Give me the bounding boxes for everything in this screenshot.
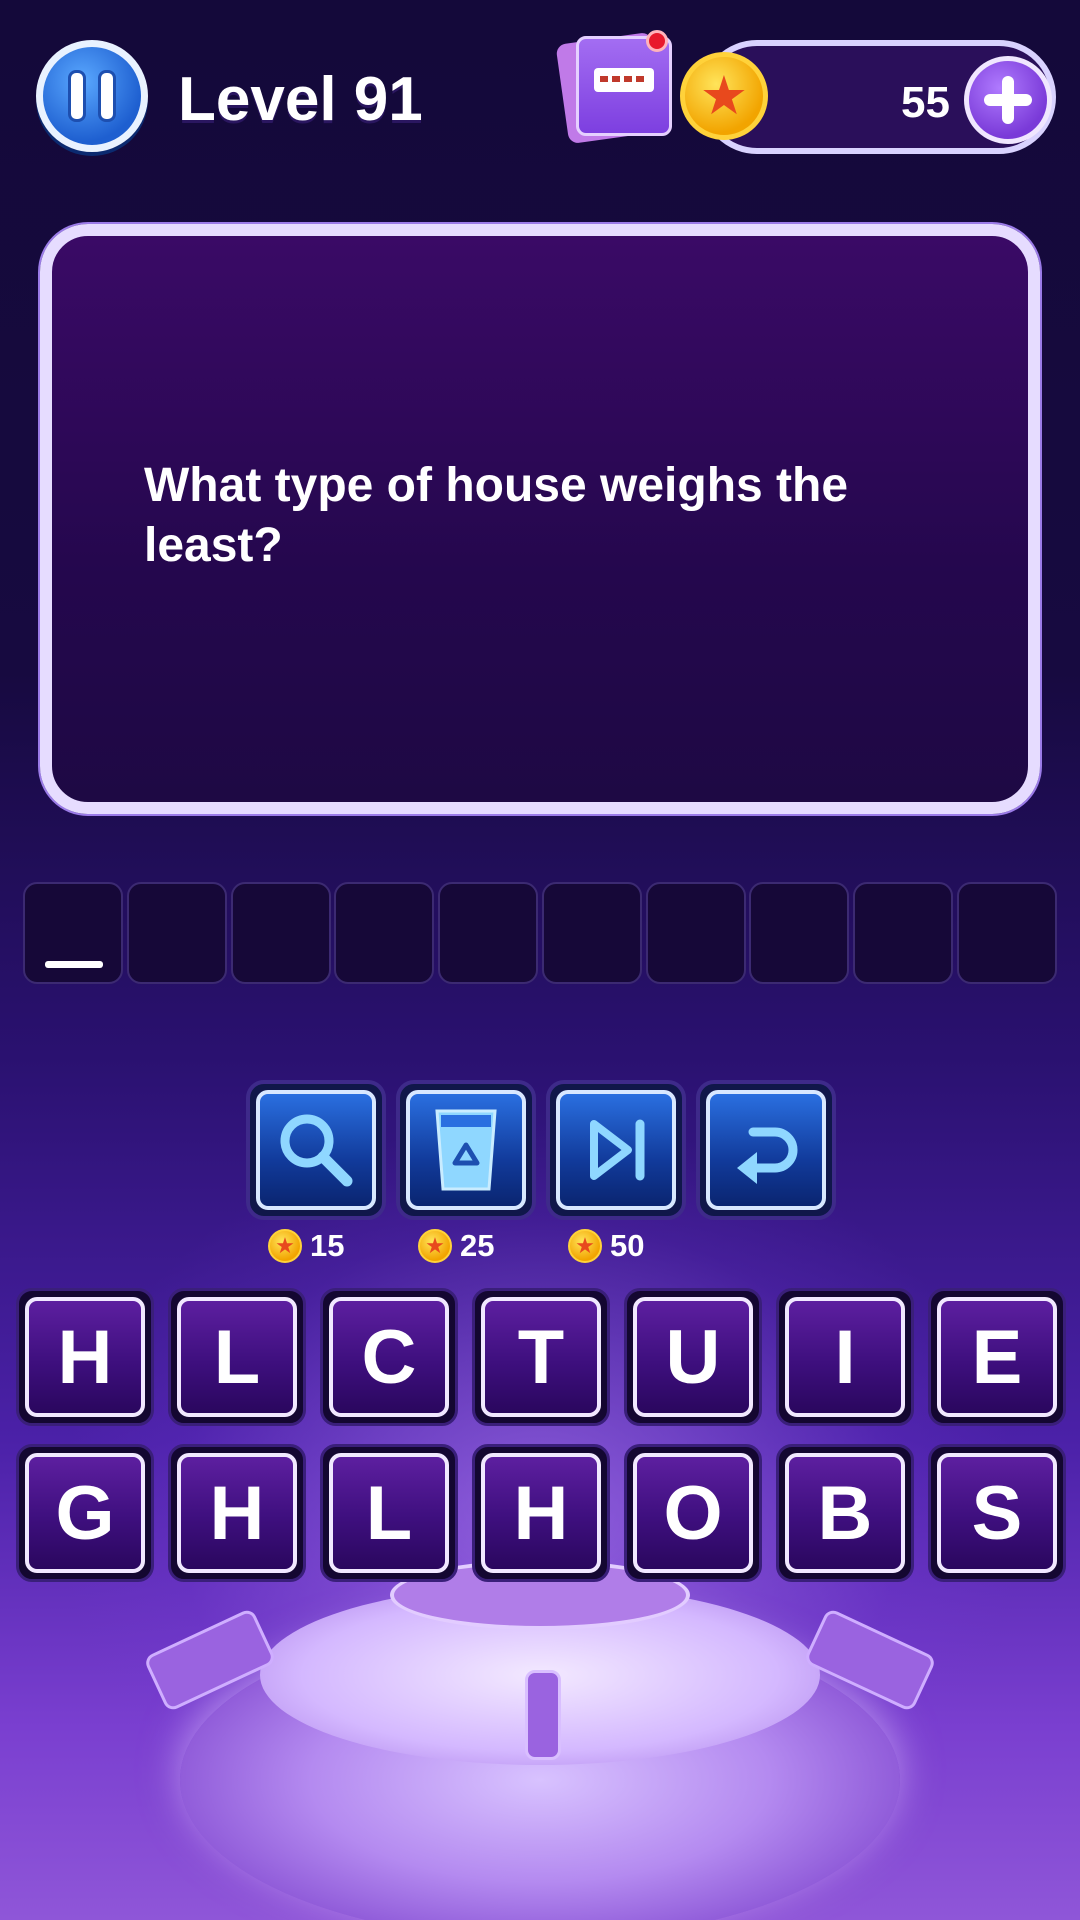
coin-star-icon: ★ bbox=[680, 52, 768, 140]
skip-icon bbox=[590, 1119, 645, 1181]
pause-icon bbox=[68, 70, 86, 122]
letter-label: S bbox=[937, 1453, 1057, 1573]
letter-label: O bbox=[633, 1453, 753, 1573]
coin-count: 55 bbox=[901, 78, 950, 127]
letter-tile[interactable]: L bbox=[168, 1288, 306, 1426]
letter-tile[interactable]: H bbox=[472, 1444, 610, 1582]
answer-slot[interactable] bbox=[126, 882, 227, 984]
answer-slot[interactable] bbox=[23, 882, 123, 984]
pause-button[interactable] bbox=[36, 40, 148, 152]
hint-book-icon[interactable] bbox=[555, 30, 676, 145]
cost-label: 25 bbox=[460, 1228, 495, 1263]
skip-button[interactable] bbox=[546, 1080, 686, 1220]
letter-tile[interactable]: S bbox=[928, 1444, 1066, 1582]
coin-icon: ★ bbox=[418, 1229, 452, 1263]
letter-label: I bbox=[785, 1297, 905, 1417]
answer-slot[interactable] bbox=[230, 882, 331, 984]
answer-slot[interactable] bbox=[749, 882, 850, 984]
answer-slot[interactable] bbox=[438, 882, 539, 984]
letter-tile[interactable]: L bbox=[320, 1444, 458, 1582]
letter-label: H bbox=[25, 1297, 145, 1417]
input-cursor bbox=[45, 961, 103, 968]
pedestal-post bbox=[525, 1670, 561, 1760]
remove-letters-cost: ★ 25 bbox=[418, 1224, 494, 1268]
pedestal-decoration bbox=[0, 1560, 1080, 1920]
magnifier-cost: ★ 15 bbox=[268, 1224, 344, 1268]
answer-slot[interactable] bbox=[541, 882, 642, 984]
question-text: What type of house weighs the least? bbox=[144, 459, 849, 572]
recycle-bin-icon bbox=[435, 1109, 497, 1191]
letter-bank: H L C T U I E G H L H O B S bbox=[16, 1288, 1066, 1582]
plus-icon-vertical bbox=[1002, 76, 1014, 124]
powerup-toolbar bbox=[246, 1080, 836, 1220]
add-coins-button[interactable] bbox=[964, 56, 1052, 144]
remove-letters-button[interactable] bbox=[396, 1080, 536, 1220]
letter-tile[interactable]: B bbox=[776, 1444, 914, 1582]
letter-tile[interactable]: C bbox=[320, 1288, 458, 1426]
magnifier-button[interactable] bbox=[246, 1080, 386, 1220]
level-title: Level 91 bbox=[178, 65, 423, 134]
book-dots bbox=[600, 76, 648, 82]
letter-label: C bbox=[329, 1297, 449, 1417]
skip-cost: ★ 50 bbox=[568, 1224, 644, 1268]
letter-tile[interactable]: H bbox=[168, 1444, 306, 1582]
pause-icon-bar bbox=[98, 70, 116, 122]
answer-slot[interactable] bbox=[853, 882, 954, 984]
letter-label: T bbox=[481, 1297, 601, 1417]
undo-icon bbox=[737, 1127, 798, 1184]
book-notification-dot bbox=[646, 30, 668, 52]
letter-label: H bbox=[177, 1453, 297, 1573]
letter-tile[interactable]: H bbox=[16, 1288, 154, 1426]
letter-tile[interactable]: O bbox=[624, 1444, 762, 1582]
letter-tile[interactable]: T bbox=[472, 1288, 610, 1426]
letter-label: E bbox=[937, 1297, 1057, 1417]
letter-label: B bbox=[785, 1453, 905, 1573]
letter-label: U bbox=[633, 1297, 753, 1417]
search-icon bbox=[280, 1114, 353, 1187]
cost-label: 15 bbox=[310, 1228, 345, 1263]
answer-slots bbox=[23, 882, 1057, 984]
answer-slot[interactable] bbox=[334, 882, 435, 984]
letter-tile[interactable]: U bbox=[624, 1288, 762, 1426]
letter-tile[interactable]: E bbox=[928, 1288, 1066, 1426]
cost-label: 50 bbox=[610, 1228, 645, 1263]
letter-tile[interactable]: G bbox=[16, 1444, 154, 1582]
letter-label: L bbox=[177, 1297, 297, 1417]
letter-tile[interactable]: I bbox=[776, 1288, 914, 1426]
coin-icon: ★ bbox=[568, 1229, 602, 1263]
coin-icon: ★ bbox=[268, 1229, 302, 1263]
answer-slot[interactable] bbox=[956, 882, 1057, 984]
letter-label: H bbox=[481, 1453, 601, 1573]
letter-label: G bbox=[25, 1453, 145, 1573]
letter-label: L bbox=[329, 1453, 449, 1573]
undo-button[interactable] bbox=[696, 1080, 836, 1220]
question-card: What type of house weighs the least? bbox=[40, 224, 1040, 814]
answer-slot[interactable] bbox=[645, 882, 746, 984]
